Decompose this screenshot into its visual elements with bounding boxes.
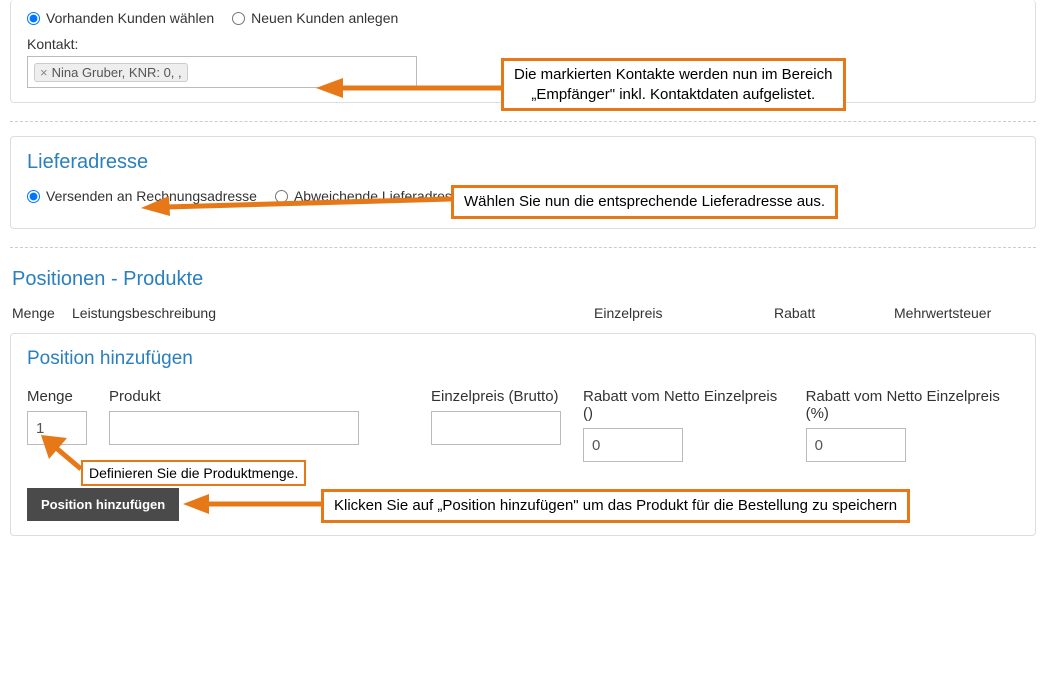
callout-delivery: Wählen Sie nun die entsprechende Liefera…: [451, 185, 838, 219]
radio-billing-label: Versenden an Rechnungsadresse: [46, 188, 257, 204]
einzelpreis-input[interactable]: [431, 411, 561, 445]
callout-menge: Definieren Sie die Produktmenge.: [81, 460, 306, 486]
field-rabatt-abs: Rabatt vom Netto Einzelpreis (): [583, 388, 784, 462]
col-rabatt: Rabatt: [774, 305, 894, 321]
col-ep: Einzelpreis: [594, 305, 774, 321]
contact-label: Kontakt:: [27, 36, 1019, 52]
rabatt-pct-input[interactable]: [806, 428, 906, 462]
add-position-panel: Position hinzufügen Menge Produkt Einzel…: [10, 333, 1036, 536]
menge-input[interactable]: [27, 411, 87, 445]
radio-existing-label: Vorhanden Kunden wählen: [46, 10, 214, 26]
delivery-title: Lieferadresse: [27, 151, 1019, 174]
divider: [10, 121, 1036, 122]
contact-token-input[interactable]: × Nina Gruber, KNR: 0, ,: [27, 56, 417, 88]
radio-existing-customer[interactable]: Vorhanden Kunden wählen: [27, 10, 214, 26]
col-mwst: Mehrwertsteuer: [894, 305, 1034, 321]
rabatt-abs-input[interactable]: [583, 428, 683, 462]
produkt-label: Produkt: [109, 388, 359, 405]
callout-contacts: Die markierten Kontakte werden nun im Be…: [501, 58, 846, 111]
customer-panel: Vorhanden Kunden wählen Neuen Kunden anl…: [10, 0, 1036, 103]
menge-label: Menge: [27, 388, 87, 405]
radio-billing-input[interactable]: [27, 190, 40, 203]
add-position-button[interactable]: Position hinzufügen: [27, 488, 179, 521]
add-title: Position hinzufügen: [27, 348, 1019, 370]
field-menge: Menge: [27, 388, 87, 462]
rabatt-abs-label: Rabatt vom Netto Einzelpreis (): [583, 388, 784, 422]
divider-2: [10, 247, 1036, 248]
delivery-panel: Lieferadresse Versenden an Rechnungsadre…: [10, 136, 1036, 229]
positions-title: Positionen - Produkte: [12, 268, 1036, 291]
remove-token-icon[interactable]: ×: [40, 66, 48, 79]
radio-other-address[interactable]: Abweichende Lieferadresse: [275, 188, 467, 204]
positions-section: Positionen - Produkte Menge Leistungsbes…: [10, 268, 1036, 536]
radio-new-input[interactable]: [232, 12, 245, 25]
rabatt-pct-label: Rabatt vom Netto Einzelpreis (%): [806, 388, 1019, 422]
field-produkt: Produkt: [109, 388, 359, 462]
token-text: Nina Gruber, KNR: 0, ,: [52, 65, 182, 80]
radio-other-input[interactable]: [275, 190, 288, 203]
radio-other-label: Abweichende Lieferadresse: [294, 188, 467, 204]
produkt-input[interactable]: [109, 411, 359, 445]
radio-new-label: Neuen Kunden anlegen: [251, 10, 398, 26]
contact-token: × Nina Gruber, KNR: 0, ,: [34, 63, 188, 82]
positions-columns-header: Menge Leistungsbeschreibung Einzelpreis …: [10, 305, 1036, 321]
radio-new-customer[interactable]: Neuen Kunden anlegen: [232, 10, 398, 26]
field-rabatt-pct: Rabatt vom Netto Einzelpreis (%): [806, 388, 1019, 462]
add-fields-row: Menge Produkt Einzelpreis (Brutto) Rabat…: [27, 388, 1019, 462]
ep-label: Einzelpreis (Brutto): [431, 388, 561, 405]
customer-mode-radios: Vorhanden Kunden wählen Neuen Kunden anl…: [27, 10, 1019, 26]
col-menge: Menge: [12, 305, 72, 321]
callout-button: Klicken Sie auf „Position hinzufügen" um…: [321, 489, 910, 523]
col-desc: Leistungsbeschreibung: [72, 305, 594, 321]
radio-billing-address[interactable]: Versenden an Rechnungsadresse: [27, 188, 257, 204]
field-einzelpreis: Einzelpreis (Brutto): [431, 388, 561, 462]
radio-existing-input[interactable]: [27, 12, 40, 25]
